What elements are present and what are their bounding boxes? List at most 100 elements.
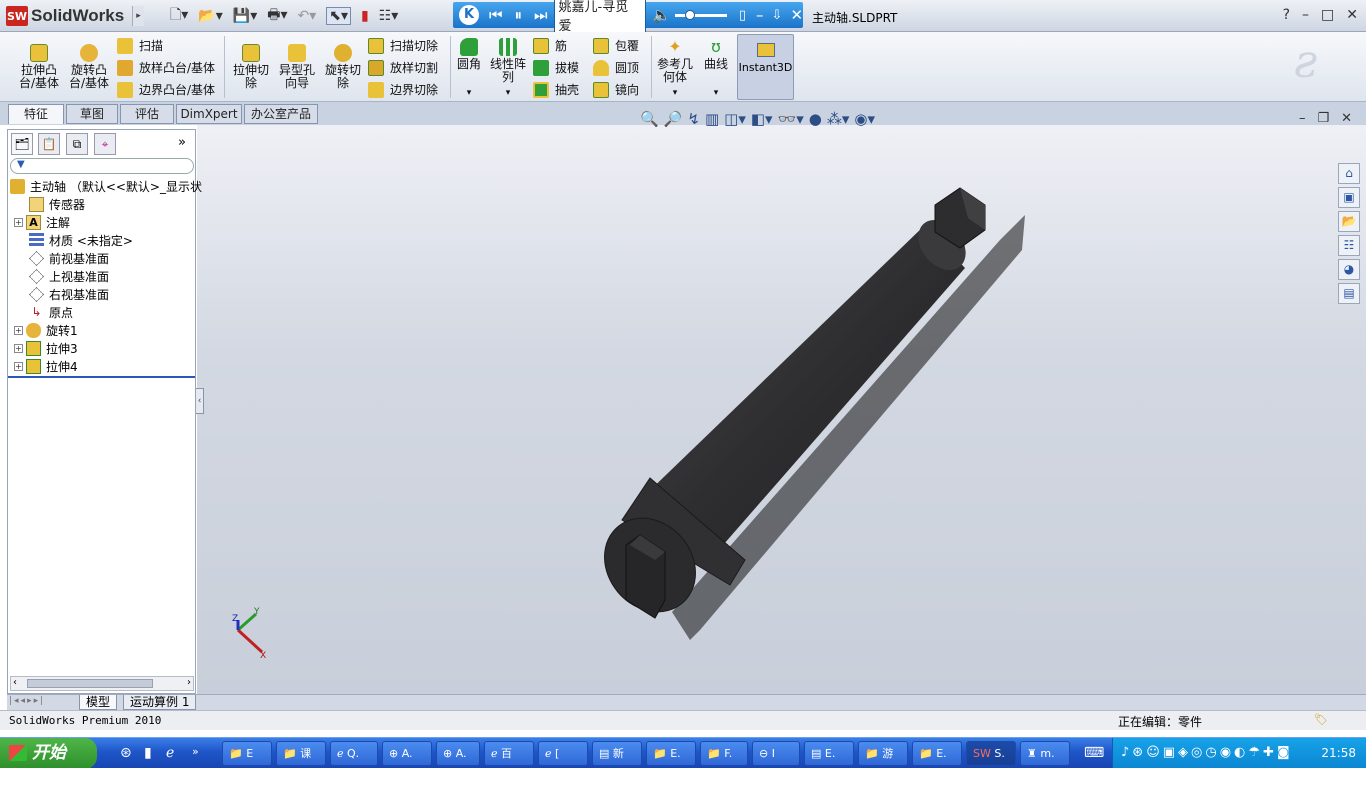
minimize-button[interactable]: – — [1302, 7, 1309, 23]
doc-close-icon[interactable]: ✕ — [1341, 111, 1352, 126]
tree-item-front-plane[interactable]: 前视基准面 — [29, 249, 109, 267]
panel-collapse-handle[interactable]: ‹ — [195, 388, 204, 414]
taskbar-item[interactable]: ℯ Q. — [330, 741, 378, 766]
loft-cut-button[interactable]: 放样切割 — [368, 59, 438, 76]
boundary-cut-button[interactable]: 边界切除 — [368, 81, 438, 98]
view-palette-icon[interactable]: ☷ — [1338, 235, 1360, 256]
solidworks-resources-icon[interactable]: ⌂ — [1338, 163, 1360, 184]
expand-icon[interactable]: + — [14, 325, 23, 335]
tree-item-material[interactable]: 材质 <未指定> — [29, 231, 133, 249]
tab-office-products[interactable]: 办公室产品 — [244, 104, 318, 124]
close-button[interactable]: ✕ — [1346, 7, 1358, 23]
apply-scene-icon[interactable]: ⁂▾ — [827, 110, 850, 128]
previous-view-icon[interactable]: ↯ — [687, 110, 700, 128]
taskbar-item[interactable]: 📁 课 — [276, 741, 326, 766]
doc-restore-icon[interactable]: ❐ — [1317, 111, 1329, 126]
taskbar-item-solidworks[interactable]: SW S. — [966, 741, 1016, 766]
tray-icons[interactable]: ♪⊛☺▣◈◎◷◉◐☂✚◙ — [1121, 745, 1293, 760]
tree-root[interactable]: 主动轴 （默认<<默认>_显示状 — [10, 177, 202, 195]
quicklaunch-more-icon[interactable]: » — [192, 745, 199, 758]
revolve-cut-button[interactable]: 旋转切除 — [322, 44, 364, 90]
tab-dimxpert[interactable]: DimXpert — [176, 104, 242, 124]
start-button[interactable]: 开始 — [0, 738, 97, 769]
tree-item-sensors[interactable]: 传感器 — [29, 195, 85, 213]
volume-slider[interactable] — [674, 9, 727, 20]
taskbar-item[interactable]: ℯ [ — [538, 741, 588, 766]
save-icon[interactable]: 💾▾ — [233, 8, 257, 24]
maximize-button[interactable]: □ — [1321, 7, 1334, 23]
taskbar-item[interactable]: 📁 E. — [912, 741, 962, 766]
featuremanager-tab-icon[interactable]: 🗂 — [11, 133, 33, 155]
menu-flyout-arrow-icon[interactable]: ▸ — [132, 6, 144, 26]
mirror-button[interactable]: 镜向 — [593, 81, 639, 98]
scroll-thumb[interactable] — [27, 679, 153, 688]
taskbar-item[interactable]: ▤ 新 — [592, 741, 642, 766]
fillet-dropdown-icon[interactable]: ▾ — [454, 87, 484, 100]
open-document-icon[interactable]: 📂▾ — [198, 8, 222, 24]
previous-track-icon[interactable]: ⏮ — [489, 6, 503, 24]
hide-show-items-icon[interactable]: 👓▾ — [778, 110, 804, 128]
options-icon[interactable]: ☷▾ — [379, 8, 399, 24]
taskbar-item[interactable]: 📁 游 — [858, 741, 908, 766]
curves-dropdown-icon[interactable]: ▾ — [701, 87, 731, 100]
design-library-icon[interactable]: ▣ — [1338, 187, 1360, 208]
scroll-left-icon[interactable]: ‹ — [13, 677, 17, 688]
rebuild-icon[interactable]: ▮ — [361, 8, 369, 24]
draft-button[interactable]: 拔模 — [533, 59, 579, 76]
view-settings-icon[interactable]: ◉▾ — [854, 110, 875, 128]
tree-item-right-plane[interactable]: 右视基准面 — [29, 285, 109, 303]
quicklaunch-ie-icon[interactable]: ⊛ — [120, 745, 132, 761]
tab-features[interactable]: 特征 — [8, 104, 64, 124]
panel-expand-icon[interactable]: » — [178, 135, 186, 150]
file-explorer-icon[interactable]: 📂 — [1338, 211, 1360, 232]
hole-wizard-button[interactable]: 异型孔向导 — [276, 44, 318, 90]
extrude-boss-button[interactable]: 拉伸凸台/基体 — [18, 44, 60, 90]
view-orientation-icon[interactable]: ◫▾ — [724, 110, 746, 128]
loft-boss-button[interactable]: 放样凸台/基体 — [117, 59, 215, 76]
revolve-boss-button[interactable]: 旋转凸台/基体 — [68, 44, 110, 90]
expand-icon[interactable]: + — [14, 217, 23, 227]
zoom-to-area-icon[interactable]: 🔎 — [664, 110, 683, 128]
playlist-icon[interactable]: ▯ — [739, 8, 746, 23]
volume-icon[interactable]: 🔈 — [652, 6, 671, 24]
tree-item-extrude4[interactable]: + 拉伸4 — [14, 357, 78, 375]
tab-motion-study[interactable]: 运动算例 1 — [123, 695, 197, 710]
tree-item-extrude3[interactable]: + 拉伸3 — [14, 339, 78, 357]
display-style-icon[interactable]: ◧▾ — [751, 110, 773, 128]
shell-button[interactable]: 抽壳 — [533, 81, 579, 98]
player-logo-icon[interactable]: K — [459, 5, 479, 25]
section-view-icon[interactable]: ▥ — [705, 110, 719, 128]
taskbar-item[interactable]: 📁 F. — [700, 741, 748, 766]
linear-pattern-dropdown-icon[interactable]: ▾ — [488, 87, 528, 100]
taskbar-item[interactable]: ⊕ A. — [382, 741, 432, 766]
player-download-icon[interactable]: ⇩ — [772, 8, 783, 23]
sweep-button[interactable]: 扫描 — [117, 37, 163, 54]
fillet-button[interactable]: 圆角 ▾ — [454, 38, 484, 100]
linear-pattern-button[interactable]: 线性阵列 ▾ — [488, 38, 528, 100]
appearances-icon[interactable]: ◕ — [1338, 259, 1360, 280]
edit-appearance-icon[interactable]: ● — [809, 110, 822, 128]
tree-filter-input[interactable]: ▼ — [10, 158, 194, 174]
undo-icon[interactable]: ↶▾ — [297, 8, 316, 24]
tree-horizontal-scrollbar[interactable]: ‹ › — [10, 676, 194, 691]
propertymanager-tab-icon[interactable]: 📋 — [38, 133, 60, 155]
graphics-area[interactable] — [197, 125, 1366, 694]
pause-icon[interactable]: ⏸ — [515, 6, 523, 24]
select-icon[interactable]: ⬉▾ — [326, 7, 352, 25]
rebuild-tag-icon[interactable]: 🏷 — [1314, 713, 1328, 726]
tab-evaluate[interactable]: 评估 — [120, 104, 174, 124]
help-icon[interactable]: ? — [1283, 7, 1290, 23]
extrude-cut-button[interactable]: 拉伸切除 — [230, 44, 272, 90]
taskbar-item[interactable]: ℯ 百 — [484, 741, 534, 766]
boundary-boss-button[interactable]: 边界凸台/基体 — [117, 81, 215, 98]
custom-properties-icon[interactable]: ▤ — [1338, 283, 1360, 304]
taskbar-item[interactable]: 📁 E — [222, 741, 272, 766]
wrap-button[interactable]: 包覆 — [593, 37, 639, 54]
instant3d-button[interactable]: Instant3D — [737, 34, 794, 100]
tree-item-revolve1[interactable]: + 旋转1 — [14, 321, 78, 339]
reference-geometry-dropdown-icon[interactable]: ▾ — [655, 87, 695, 100]
rib-button[interactable]: 筋 — [533, 37, 567, 54]
taskbar-item[interactable]: ♜ m. — [1020, 741, 1070, 766]
expand-icon[interactable]: + — [14, 343, 23, 353]
configurationmanager-tab-icon[interactable]: ⧉ — [66, 133, 88, 155]
